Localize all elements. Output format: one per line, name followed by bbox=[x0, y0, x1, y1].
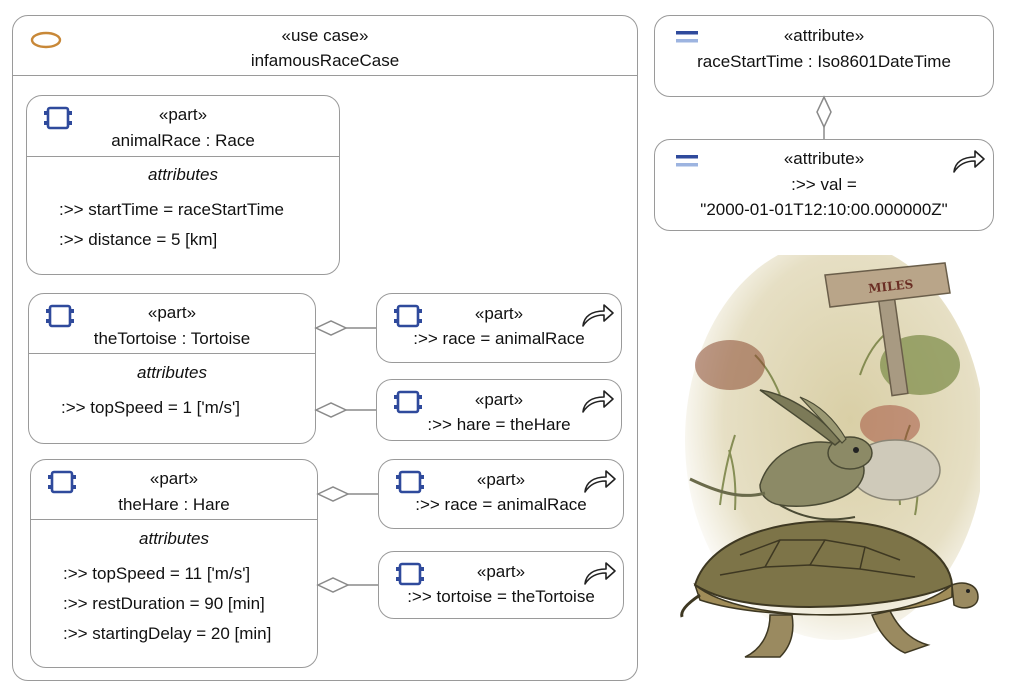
composition-connector-hare-race bbox=[316, 486, 378, 502]
composition-connector-hare-tortoise bbox=[316, 577, 378, 593]
hare-tortoise-illustration: MILES bbox=[680, 255, 980, 658]
composition-connector-tortoise-hare bbox=[314, 402, 376, 418]
composition-connector-tortoise-race bbox=[314, 320, 376, 336]
composition-connector-start-time-val bbox=[816, 95, 832, 139]
